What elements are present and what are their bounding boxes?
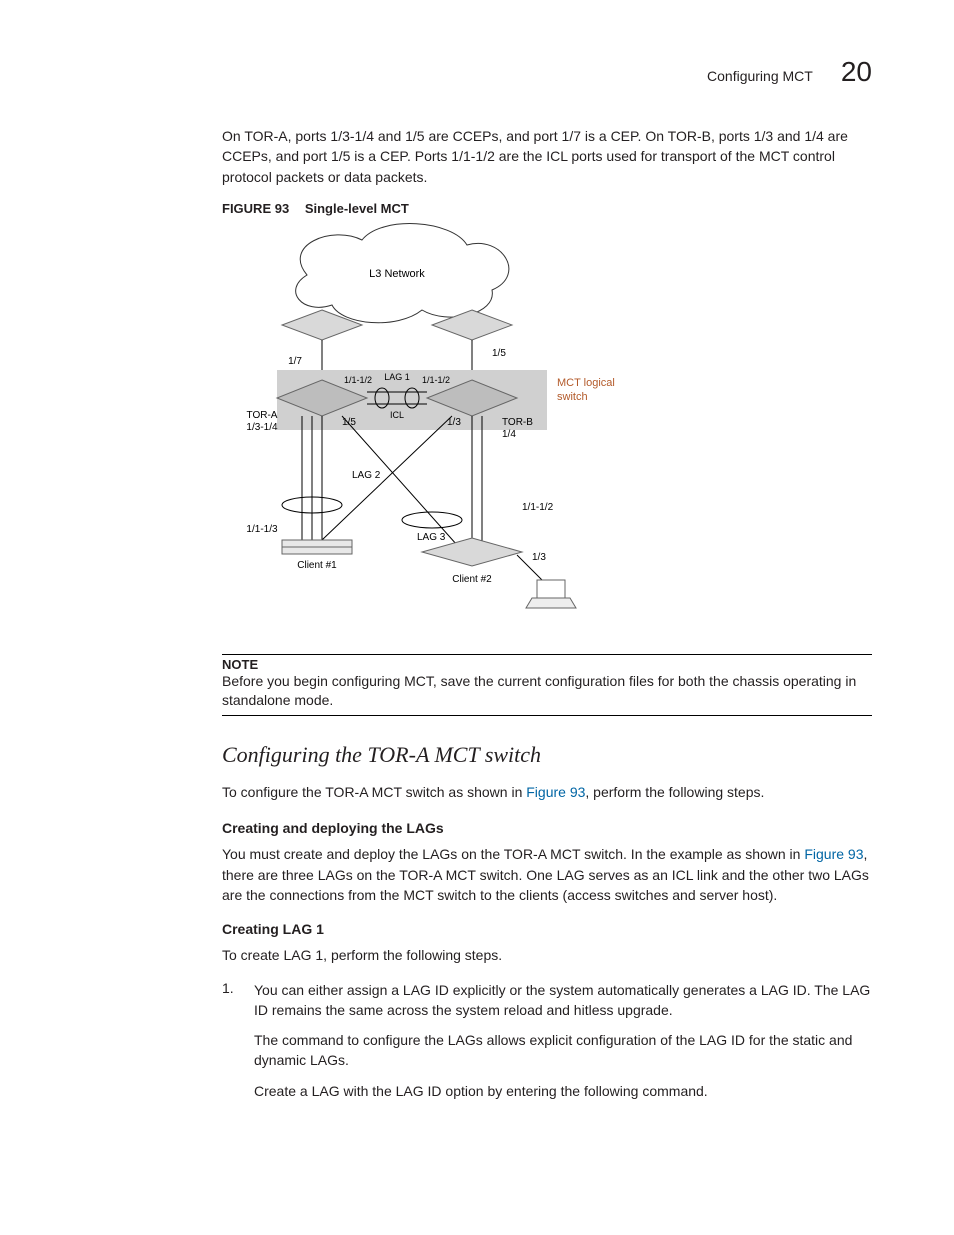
figure-diagram: L3 Network 1/7 1/5 MCT logical switch <box>82 220 872 620</box>
mct-logical-label-line1: MCT logical <box>557 377 615 389</box>
figure-93-link[interactable]: Figure 93 <box>526 784 585 800</box>
h4-paragraph: To create LAG 1, perform the following s… <box>82 945 872 965</box>
figure-label: FIGURE 93 <box>222 201 289 216</box>
note-block: NOTE Before you begin configuring MCT, s… <box>82 654 872 716</box>
lag3-ellipse <box>402 512 462 528</box>
figure-93-link-2[interactable]: Figure 93 <box>804 846 863 862</box>
lag3-label: LAG 3 <box>417 532 446 543</box>
client1-icon: Client #1 <box>282 540 352 571</box>
step-body: You can either assign a LAG ID explicitl… <box>254 980 872 1111</box>
tor-a-label: TOR-A <box>247 410 278 421</box>
h2-paragraph: To configure the TOR-A MCT switch as sho… <box>82 782 872 802</box>
figure-title: Single-level MCT <box>305 201 409 216</box>
port-1-3-host: 1/3 <box>532 552 546 563</box>
client2-ports: 1/1-1/2 <box>522 502 554 513</box>
icl-label: ICL <box>390 410 404 420</box>
note-label: NOTE <box>222 657 872 672</box>
note-rule-top <box>222 654 872 655</box>
client1-label: Client #1 <box>297 560 337 571</box>
h3-para-pre: You must create and deploy the LAGs on t… <box>222 846 804 862</box>
subheading-creating-deploying-lags: Creating and deploying the LAGs <box>82 820 872 836</box>
h2-para-pre: To configure the TOR-A MCT switch as sho… <box>222 784 526 800</box>
step-1: 1. You can either assign a LAG ID explic… <box>222 980 872 1111</box>
port-1-7-label: 1/7 <box>288 356 302 367</box>
step1-p1: You can either assign a LAG ID explicitl… <box>254 980 872 1021</box>
icl-left-ports: 1/1-1/2 <box>344 375 372 385</box>
note-rule-bottom <box>222 715 872 716</box>
client1-ports: 1/1-1/3 <box>246 524 278 535</box>
h2-para-post: , perform the following steps. <box>585 784 764 800</box>
tor-b-label: TOR-B <box>502 417 533 428</box>
client2-label: Client #2 <box>452 574 492 585</box>
l3-network-label: L3 Network <box>369 268 425 280</box>
cloud-icon: L3 Network <box>296 223 509 322</box>
client2-icon: Client #2 1/3 <box>422 538 576 608</box>
figure-caption: FIGURE 93 Single-level MCT <box>82 201 872 216</box>
section-heading-configuring-tor-a: Configuring the TOR-A MCT switch <box>82 742 872 768</box>
page: Configuring MCT 20 On TOR-A, ports 1/3-1… <box>0 0 954 1235</box>
tor-a-ports: 1/3-1/4 <box>246 422 278 433</box>
step-number: 1. <box>222 980 240 1111</box>
step1-p3: Create a LAG with the LAG ID option by e… <box>254 1081 872 1101</box>
h3-paragraph: You must create and deploy the LAGs on t… <box>82 844 872 905</box>
tor-b-port: 1/4 <box>502 429 516 440</box>
intro-paragraph: On TOR-A, ports 1/3-1/4 and 1/5 are CCEP… <box>82 126 872 187</box>
header-chapter-number: 20 <box>841 56 872 88</box>
lag2-label: LAG 2 <box>352 470 381 481</box>
header-section-title: Configuring MCT <box>707 68 813 84</box>
step-list: 1. You can either assign a LAG ID explic… <box>82 980 872 1111</box>
note-text: Before you begin configuring MCT, save t… <box>222 672 872 711</box>
mct-logical-label-line2: switch <box>557 391 588 403</box>
port-1-5-top-label: 1/5 <box>492 348 506 359</box>
running-header: Configuring MCT 20 <box>82 56 872 88</box>
icl-right-ports: 1/1-1/2 <box>422 375 450 385</box>
subheading-creating-lag1: Creating LAG 1 <box>82 921 872 937</box>
lag1-label: LAG 1 <box>384 372 410 382</box>
step1-p2: The command to configure the LAGs allows… <box>254 1030 872 1071</box>
